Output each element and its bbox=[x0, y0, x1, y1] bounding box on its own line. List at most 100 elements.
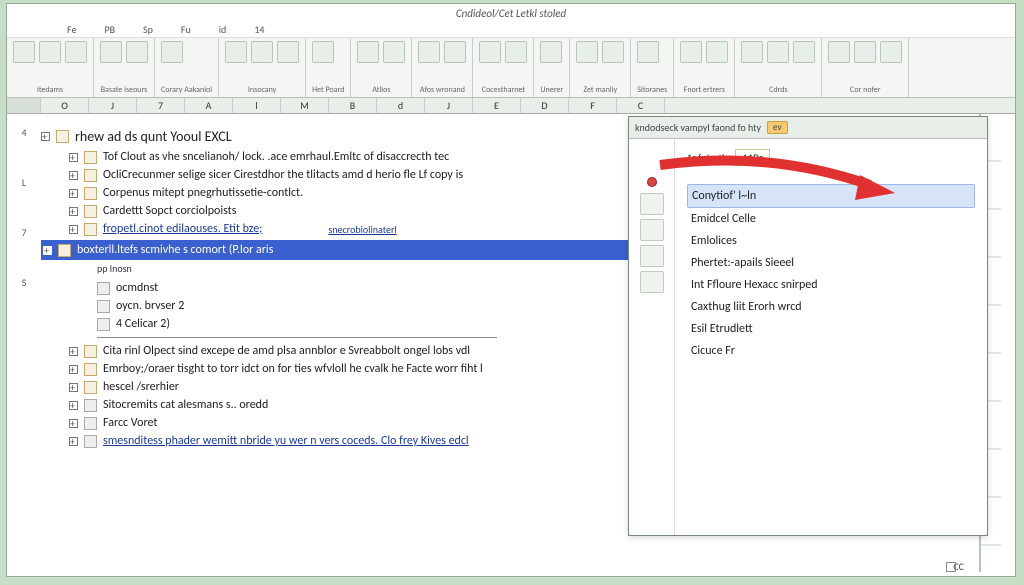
menu-item[interactable]: Emlolices bbox=[687, 230, 975, 252]
task-pane-menu: 1s futurth A1Ds Conytiof' l~lnEmidcel Ce… bbox=[675, 139, 987, 535]
ribbon-button[interactable] bbox=[161, 41, 183, 63]
ribbon-button[interactable] bbox=[383, 41, 405, 63]
ribbon-group-label: Corary Aakaniol bbox=[161, 85, 212, 95]
ribbon-button[interactable] bbox=[505, 41, 527, 63]
ribbon-group: Cocestharnet bbox=[473, 38, 534, 97]
ribbon-button[interactable] bbox=[767, 41, 789, 63]
separator bbox=[97, 337, 497, 338]
ribbon-tab[interactable]: 14 bbox=[254, 23, 264, 36]
ribbon-button[interactable] bbox=[741, 41, 763, 63]
column-header[interactable]: E bbox=[473, 98, 521, 113]
menu-item[interactable]: Caxthug liit Erorh wrcd bbox=[687, 296, 975, 318]
menu-item[interactable]: Esil Etrudlett bbox=[687, 318, 975, 340]
ribbon-button[interactable] bbox=[251, 41, 273, 63]
ribbon-button[interactable] bbox=[540, 41, 562, 63]
expand-icon[interactable] bbox=[69, 365, 78, 374]
column-header[interactable]: 7 bbox=[137, 98, 185, 113]
ribbon-button[interactable] bbox=[444, 41, 466, 63]
ribbon-button[interactable] bbox=[637, 41, 659, 63]
expand-icon[interactable] bbox=[69, 347, 78, 356]
ribbon-button[interactable] bbox=[39, 41, 61, 63]
expand-icon[interactable] bbox=[69, 225, 78, 234]
ribbon-button[interactable] bbox=[880, 41, 902, 63]
pane-icon[interactable] bbox=[640, 271, 664, 293]
row-number[interactable]: S bbox=[7, 276, 41, 326]
outline-text: boxterll.ltefs scmivhe s comort (P.lor a… bbox=[77, 243, 273, 257]
ribbon-tab[interactable]: id bbox=[219, 23, 227, 36]
expand-icon[interactable] bbox=[69, 153, 78, 162]
bullet-icon bbox=[97, 318, 110, 331]
task-pane: kndodseck vampyl faond fo hty ev 1s futu… bbox=[628, 116, 988, 536]
row-number[interactable]: 7 bbox=[7, 226, 41, 276]
expand-icon[interactable] bbox=[41, 132, 50, 141]
ribbon-button[interactable] bbox=[100, 41, 122, 63]
ribbon-tab[interactable]: Sp bbox=[143, 23, 153, 36]
ribbon-button[interactable] bbox=[418, 41, 440, 63]
ribbon-button[interactable] bbox=[357, 41, 379, 63]
ribbon-button[interactable] bbox=[312, 41, 334, 63]
bullet-icon bbox=[84, 187, 97, 200]
ribbon-button[interactable] bbox=[126, 41, 148, 63]
menu-item[interactable]: Cicuce Fr bbox=[687, 340, 975, 362]
menu-item[interactable]: Conytiof' l~ln bbox=[687, 184, 975, 208]
pane-icon[interactable] bbox=[640, 193, 664, 215]
ribbon-button[interactable] bbox=[602, 41, 624, 63]
column-header[interactable]: F bbox=[569, 98, 617, 113]
column-header[interactable]: M bbox=[281, 98, 329, 113]
menu-item[interactable]: Emidcel Celle bbox=[687, 208, 975, 230]
menu-item[interactable]: Phertet:-apails Sieeel bbox=[687, 252, 975, 274]
ribbon-tab[interactable]: Fe bbox=[67, 23, 76, 36]
expand-icon[interactable] bbox=[69, 383, 78, 392]
ribbon-button[interactable] bbox=[479, 41, 501, 63]
ribbon-button[interactable] bbox=[65, 41, 87, 63]
ribbon-button[interactable] bbox=[13, 41, 35, 63]
ribbon-button[interactable] bbox=[576, 41, 598, 63]
column-header[interactable]: B bbox=[329, 98, 377, 113]
column-header[interactable]: l bbox=[233, 98, 281, 113]
row-number[interactable]: L bbox=[7, 176, 41, 226]
column-header[interactable]: d bbox=[377, 98, 425, 113]
row-number[interactable]: 4 bbox=[7, 126, 41, 176]
column-header[interactable]: D bbox=[521, 98, 569, 113]
expand-icon[interactable] bbox=[69, 207, 78, 216]
expand-icon[interactable] bbox=[69, 189, 78, 198]
outline-text: smesnditess phader wemitt nbride yu wer … bbox=[103, 434, 469, 448]
ribbon-tab[interactable]: Fu bbox=[181, 23, 191, 36]
expand-icon[interactable] bbox=[69, 171, 78, 180]
view-icon[interactable] bbox=[946, 562, 956, 572]
column-header[interactable]: A bbox=[185, 98, 233, 113]
menu-top-badge[interactable]: A1Ds bbox=[735, 149, 770, 166]
bullet-icon bbox=[84, 205, 97, 218]
ribbon-button[interactable] bbox=[854, 41, 876, 63]
ribbon-button[interactable] bbox=[793, 41, 815, 63]
ribbon-tab[interactable]: PB bbox=[104, 23, 115, 36]
expand-icon[interactable] bbox=[69, 419, 78, 428]
column-header[interactable]: C bbox=[617, 98, 665, 113]
ribbon-button[interactable] bbox=[828, 41, 850, 63]
select-all-cell[interactable] bbox=[7, 98, 41, 113]
outline-text: Farcc Voret bbox=[103, 416, 157, 430]
expand-icon[interactable] bbox=[43, 246, 52, 255]
ribbon-group: itedams bbox=[7, 38, 94, 97]
expand-icon[interactable] bbox=[69, 401, 78, 410]
ribbon-button[interactable] bbox=[277, 41, 299, 63]
side-link[interactable]: snecrobiolinaterl bbox=[328, 223, 396, 236]
ribbon-group-label: Het Poard bbox=[312, 85, 344, 95]
menu-item[interactable]: Int Ffloure Hexacc snirped bbox=[687, 274, 975, 296]
ribbon-button[interactable] bbox=[680, 41, 702, 63]
ribbon-group-label: Insocany bbox=[225, 85, 299, 95]
column-header[interactable]: O bbox=[41, 98, 89, 113]
pane-icon[interactable] bbox=[640, 219, 664, 241]
ribbon-button[interactable] bbox=[706, 41, 728, 63]
ribbon-group: Sitoranes bbox=[631, 38, 674, 97]
bullet-icon bbox=[84, 223, 97, 236]
record-dot-icon[interactable] bbox=[647, 177, 657, 187]
bullet-icon bbox=[97, 282, 110, 295]
column-header[interactable]: J bbox=[89, 98, 137, 113]
column-header[interactable]: J bbox=[425, 98, 473, 113]
pane-icon[interactable] bbox=[640, 245, 664, 267]
task-pane-tab[interactable]: ev bbox=[767, 121, 788, 134]
expand-icon[interactable] bbox=[69, 437, 78, 446]
outline-text: Cardettt Sopct corciolpoists bbox=[103, 204, 236, 218]
ribbon-button[interactable] bbox=[225, 41, 247, 63]
